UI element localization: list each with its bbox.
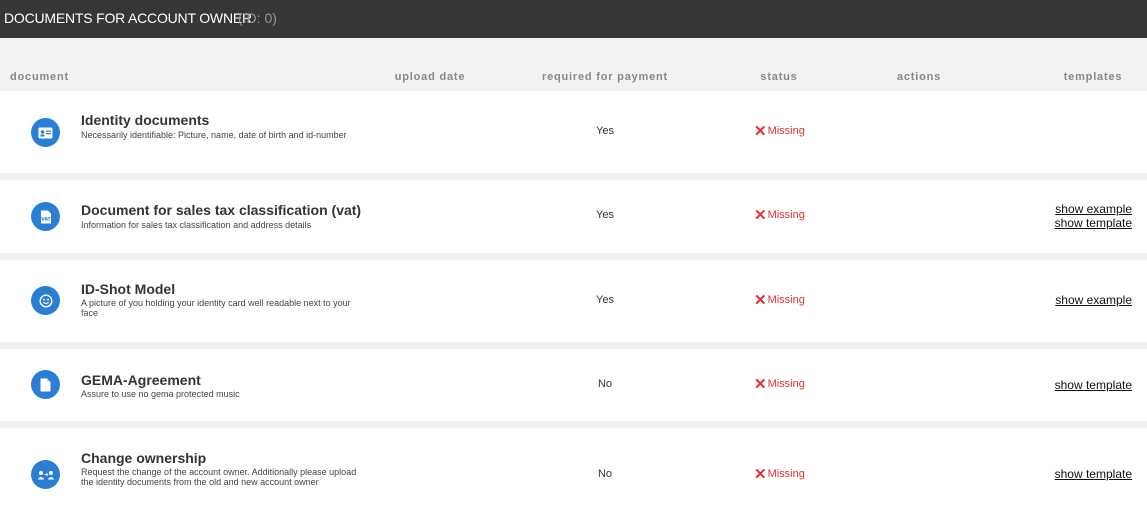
document-row-vat: VAT Document for sales tax classificatio… (0, 180, 1147, 253)
document-name: Document for sales tax classification (v… (81, 202, 362, 218)
document-row-identity: Identity documents Necessarily identifia… (0, 91, 1147, 173)
document-description: Assure to use no gema protected music (81, 389, 240, 399)
change-owner-icon (31, 460, 60, 489)
page-header: DOCUMENTS FOR ACCOUNT OWNER (ID: 0) (0, 0, 1147, 38)
account-id-label: (ID: 0) (238, 10, 277, 26)
status-badge: ✕ Missing (754, 122, 805, 140)
show-example-link[interactable]: show example (1055, 202, 1132, 216)
missing-x-icon: ✕ (754, 465, 767, 483)
required-value: No (597, 468, 613, 480)
missing-x-icon: ✕ (754, 206, 767, 224)
status-badge: ✕ Missing (754, 375, 805, 393)
required-value: Yes (596, 209, 614, 221)
column-header-upload-date: upload date (394, 71, 466, 83)
document-name: GEMA-Agreement (81, 372, 201, 388)
required-value: Yes (596, 125, 614, 137)
vat-document-icon: VAT (31, 202, 60, 231)
missing-x-icon: ✕ (754, 291, 767, 309)
id-card-icon (31, 118, 60, 147)
page-title: DOCUMENTS FOR ACCOUNT OWNER (4, 10, 252, 26)
show-template-link[interactable]: show template (1055, 467, 1132, 481)
column-header-document: document (10, 71, 69, 83)
document-name: Identity documents (81, 112, 210, 128)
status-badge: ✕ Missing (754, 206, 805, 224)
document-row-id-shot: ID-Shot Model A picture of you holding y… (0, 260, 1147, 342)
column-header-required: required for payment (541, 71, 669, 83)
document-name: Change ownership (81, 450, 207, 466)
document-name: ID-Shot Model (81, 281, 176, 297)
show-template-link[interactable]: show template (1055, 378, 1132, 392)
status-badge: ✕ Missing (754, 291, 805, 309)
show-template-link[interactable]: show template (1055, 216, 1132, 230)
svg-text:VAT: VAT (41, 216, 51, 222)
document-row-gema: GEMA-Agreement Assure to use no gema pro… (0, 349, 1147, 421)
column-header-status: status (760, 71, 798, 83)
document-description: Necessarily identifiable: Picture, name,… (81, 130, 347, 140)
document-description: A picture of you holding your identity c… (81, 298, 351, 318)
document-description: Information for sales tax classification… (81, 220, 312, 230)
required-value: No (597, 378, 613, 390)
document-description: Request the change of the account owner.… (81, 467, 357, 487)
required-value: Yes (596, 294, 614, 306)
smiley-face-icon (31, 286, 60, 315)
missing-x-icon: ✕ (754, 375, 767, 393)
document-icon (31, 370, 60, 399)
column-header-actions: actions (896, 71, 942, 83)
missing-x-icon: ✕ (754, 122, 767, 140)
status-badge: ✕ Missing (754, 465, 805, 483)
column-header-templates: templates (1063, 71, 1123, 83)
document-row-change-ownership: Change ownership Request the change of t… (0, 428, 1147, 510)
show-example-link[interactable]: show example (1055, 293, 1132, 307)
